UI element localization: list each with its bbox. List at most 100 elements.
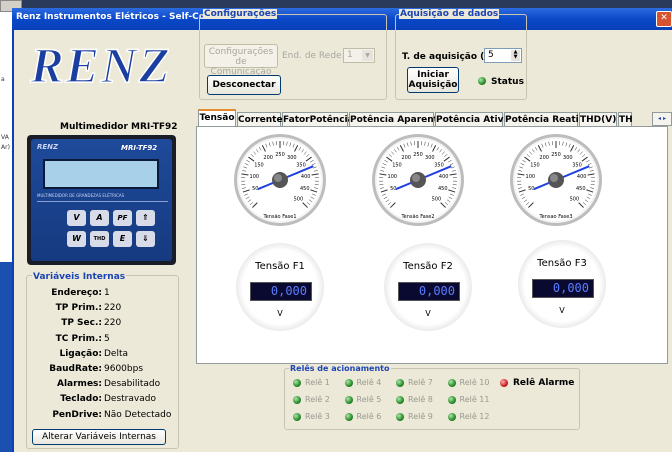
gauge-tick-label: 100 [388, 174, 398, 180]
rele-label: Relê 2 [305, 395, 330, 404]
gauge-tick-label: 50 [252, 186, 258, 192]
gauge-tick-label: 250 [275, 152, 285, 158]
rele-label: Relê 12 [459, 412, 490, 421]
gauge-tick-label: 50 [390, 186, 396, 192]
tab-pot-ncia-reativa[interactable]: Potência Reativa [504, 112, 591, 126]
configuracoes-comunicacao-button[interactable]: Configurações de Comunicação [204, 44, 278, 77]
gauge-tick-label: 200 [263, 155, 273, 161]
rele-led [447, 413, 456, 421]
variavel-label: Teclado: [60, 394, 102, 405]
gauge-caption: Tensao Fase3 [538, 214, 572, 220]
tab-fatorpot-ncia[interactable]: FatorPotência [282, 112, 354, 126]
rele-led [293, 379, 301, 387]
aquisicao-title: Aquisição de dados [399, 9, 500, 19]
rele-label: Relê 4 [356, 378, 382, 387]
gauge-tick-label: 100 [526, 174, 536, 180]
end-rede-label: End. de Rede: [282, 51, 345, 61]
variavel-label: TP Sec.: [61, 318, 102, 329]
device-model: MRI-TF92 [121, 144, 158, 152]
rele-label: Relê 8 [408, 395, 433, 404]
device-brand: RENZ [37, 143, 59, 151]
gauge-tick-label: 150 [254, 163, 264, 169]
meter-title: Tensão F3 [537, 258, 587, 269]
rele-label: Relê 11 [459, 395, 490, 404]
gauge-hub-highlight [412, 174, 420, 182]
variavel-row: Ligação: Delta [30, 349, 175, 362]
gauge-tick-label: 500 [294, 196, 304, 202]
gauge-fase3: 50 100 150 200 250 300 350 400 450 500 Tensao Fase… [510, 134, 602, 226]
rele-led [293, 413, 301, 421]
device-key-pf: PF [113, 210, 132, 226]
tab-scroll-arrows[interactable]: ◂ ▸ [652, 112, 672, 126]
variavel-label: Ligação: [59, 348, 102, 359]
gauge-tick-label: 350 [434, 163, 444, 169]
rele-label: Relê 3 [305, 412, 330, 421]
end-rede-value: 1 [347, 50, 353, 60]
variavel-row: Alarmes: Desabilitado [30, 379, 175, 392]
device-key-v: V [67, 210, 86, 226]
variavel-value: Destravado [104, 394, 156, 405]
gauge-hub-highlight [550, 174, 558, 182]
tab-corrente[interactable]: Corrente [237, 112, 283, 126]
variavel-label: Endereço: [51, 288, 102, 298]
tab-pot-ncia-aparente[interactable]: Potência Aparente [349, 112, 444, 126]
device-key-up: ⇑ [136, 210, 155, 226]
gauge-caption: Tensão Fase1 [262, 214, 296, 220]
rele-led [447, 396, 456, 404]
meter-value: 0,000 [552, 281, 589, 295]
variavel-row: TC Prim.: 5 [30, 334, 175, 347]
tab-th[interactable]: TH [618, 112, 633, 126]
background-text: a [1, 76, 5, 83]
device-key-e: E [113, 231, 132, 247]
variaveis-group [26, 275, 179, 449]
variavel-value: Desabilitado [104, 379, 161, 390]
gauge-fase1: 50 100 150 200 250 300 350 400 450 500 Tensão Fase… [234, 134, 326, 226]
close-button[interactable]: ✕ [656, 11, 672, 27]
variavel-row: PenDrive: Não Detectado [30, 410, 175, 423]
meter-display: 0,000 [398, 282, 460, 301]
meter-unit: V [559, 306, 565, 315]
rele-led [344, 379, 353, 387]
intervalo-spinner[interactable]: 5 ▲ ▼ [484, 48, 522, 63]
meter-display: 0,000 [532, 279, 594, 298]
desconectar-button[interactable]: Desconectar [207, 75, 281, 95]
meter-f2: Tensão F2 0,000 V [384, 243, 472, 331]
logo-text: RENZ [29, 38, 171, 92]
end-rede-select[interactable]: 1 ▼ [343, 48, 375, 63]
variavel-value: 1 [104, 288, 110, 298]
variavel-value: Delta [104, 348, 129, 359]
device-subtitle: MULTIMEDIDOR DE GRANDEZAS ELÉTRICAS [37, 193, 125, 198]
chevron-down-icon: ▼ [362, 50, 373, 61]
background-text: Ar) [1, 144, 10, 151]
rele-led [293, 396, 301, 404]
meter-title: Tensão F2 [403, 261, 453, 272]
variavel-value: Não Detectado [104, 409, 172, 420]
intervalo-value: 5 [488, 50, 494, 60]
gauge-tick-label: 250 [551, 152, 561, 158]
background-window-panel [0, 262, 12, 452]
gauge-tick-label: 450 [300, 186, 310, 192]
tab-thd-v-[interactable]: THD(V) [579, 112, 617, 126]
gauge-fase2: 50 100 150 200 250 300 350 400 450 500 Tensão Fase… [372, 134, 464, 226]
variavel-label: TC Prim.: [55, 333, 102, 344]
spinner-arrows-icon: ▲ ▼ [511, 50, 520, 61]
gauge-tick-label: 150 [392, 163, 402, 169]
gauge-tick-label: 350 [296, 163, 306, 169]
reles-title: Relês de acionamento [289, 364, 391, 373]
gauge-tick-label: 400 [577, 174, 587, 180]
rele-alarme-led [500, 379, 508, 387]
alterar-variaveis-button[interactable]: Alterar Variáveis Internas [32, 429, 166, 445]
rele-alarme-label: Relê Alarme [513, 378, 575, 388]
status-label: Status [491, 77, 524, 87]
tab-pot-ncia-ativa[interactable]: Potência Ativa [435, 112, 510, 126]
gauge-tick-label: 200 [539, 155, 549, 161]
meter-display: 0,000 [250, 282, 312, 301]
iniciar-aquisicao-button[interactable]: Iniciar Aquisição [407, 67, 459, 93]
variavel-value: 9600bps [104, 364, 144, 374]
meter-title: Tensão F1 [255, 261, 305, 272]
device-title: Multimedidor MRI-TF92 [60, 122, 178, 132]
tab-tens-o[interactable]: Tensão [198, 109, 236, 127]
variavel-value: 220 [104, 318, 122, 329]
rele-led [344, 413, 353, 421]
rele-label: Relê 10 [459, 378, 490, 387]
